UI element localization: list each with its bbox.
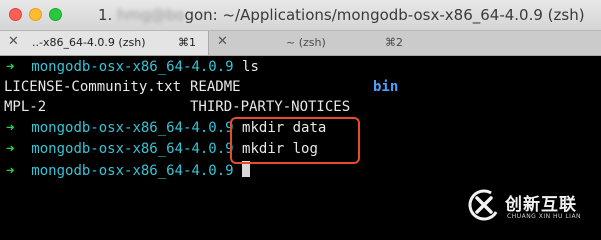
tab-shortcut: ⌘1 bbox=[178, 36, 196, 49]
prompt-arrow-icon: ➜ bbox=[6, 120, 15, 136]
logo-subtitle: CHUANG XIN HU LIAN bbox=[507, 213, 582, 220]
terminal-line: THIRD-PARTY-NOTICES bbox=[190, 98, 350, 117]
terminal-line: ➜ mongodb-osx-x86_64-4.0.9 bbox=[6, 161, 251, 180]
ls-entry-dir: bin bbox=[373, 79, 399, 95]
tab-bar: ✕ ..-x86_64-4.0.9 (zsh) ⌘1 ✕ ~ (zsh) ⌘2 bbox=[0, 31, 601, 56]
title-bar[interactable]: 1. hmg@bogon: ~/Applications/mongodb-osx… bbox=[0, 0, 601, 31]
highlight-annotation-box bbox=[230, 117, 360, 164]
terminal-line: ➜ mongodb-osx-x86_64-4.0.9 ls bbox=[6, 58, 259, 77]
prompt-arrow-icon: ➜ bbox=[6, 59, 15, 75]
window-title-main: gon: ~/Applications/mongodb-osx-x86_64-4… bbox=[184, 6, 585, 24]
window-title-prefix: 1. bbox=[98, 6, 113, 24]
command-text: ls bbox=[242, 59, 259, 75]
close-tab-icon[interactable]: ✕ bbox=[8, 34, 19, 49]
tab-label: ~ (zsh) bbox=[286, 36, 326, 49]
prompt-cwd: mongodb-osx-x86_64-4.0.9 bbox=[31, 59, 234, 75]
close-tab-icon[interactable]: ✕ bbox=[217, 34, 228, 49]
close-window-button[interactable] bbox=[9, 8, 22, 21]
window-title: 1. hmg@bogon: ~/Applications/mongodb-osx… bbox=[98, 6, 585, 24]
terminal-line: MPL-2 bbox=[4, 98, 46, 117]
zoom-window-button[interactable] bbox=[49, 8, 62, 21]
ls-entry: README bbox=[190, 79, 241, 95]
ls-entry: MPL-2 bbox=[4, 99, 47, 115]
ls-entry: THIRD-PARTY-NOTICES bbox=[190, 99, 351, 115]
logo-name: 创新互联 bbox=[505, 195, 577, 215]
prompt-cwd: mongodb-osx-x86_64-4.0.9 bbox=[31, 141, 234, 157]
tab-shortcut: ⌘2 bbox=[385, 36, 403, 49]
tab-1[interactable]: ✕ ..-x86_64-4.0.9 (zsh) ⌘1 bbox=[0, 31, 209, 55]
tab-2[interactable]: ✕ ~ (zsh) ⌘2 bbox=[209, 31, 601, 55]
prompt-arrow-icon: ➜ bbox=[6, 141, 15, 157]
prompt-arrow-icon: ➜ bbox=[6, 163, 15, 179]
window-title-redacted: hmg@bo bbox=[117, 6, 185, 24]
terminal-line: bin bbox=[373, 78, 398, 97]
prompt-cwd: mongodb-osx-x86_64-4.0.9 bbox=[31, 163, 234, 179]
tab-label: ..-x86_64-4.0.9 (zsh) bbox=[32, 36, 146, 49]
logo-mark-icon bbox=[468, 189, 500, 221]
minimize-window-button[interactable] bbox=[29, 8, 42, 21]
prompt-cwd: mongodb-osx-x86_64-4.0.9 bbox=[31, 120, 234, 136]
terminal-line: README bbox=[190, 78, 241, 97]
terminal-line: LICENSE-Community.txt bbox=[4, 78, 181, 97]
ls-entry: LICENSE-Community.txt bbox=[4, 79, 182, 95]
terminal-window: 1. hmg@bogon: ~/Applications/mongodb-osx… bbox=[0, 0, 601, 232]
watermark-logo: 创新互联 CHUANG XIN HU LIAN bbox=[467, 186, 601, 226]
